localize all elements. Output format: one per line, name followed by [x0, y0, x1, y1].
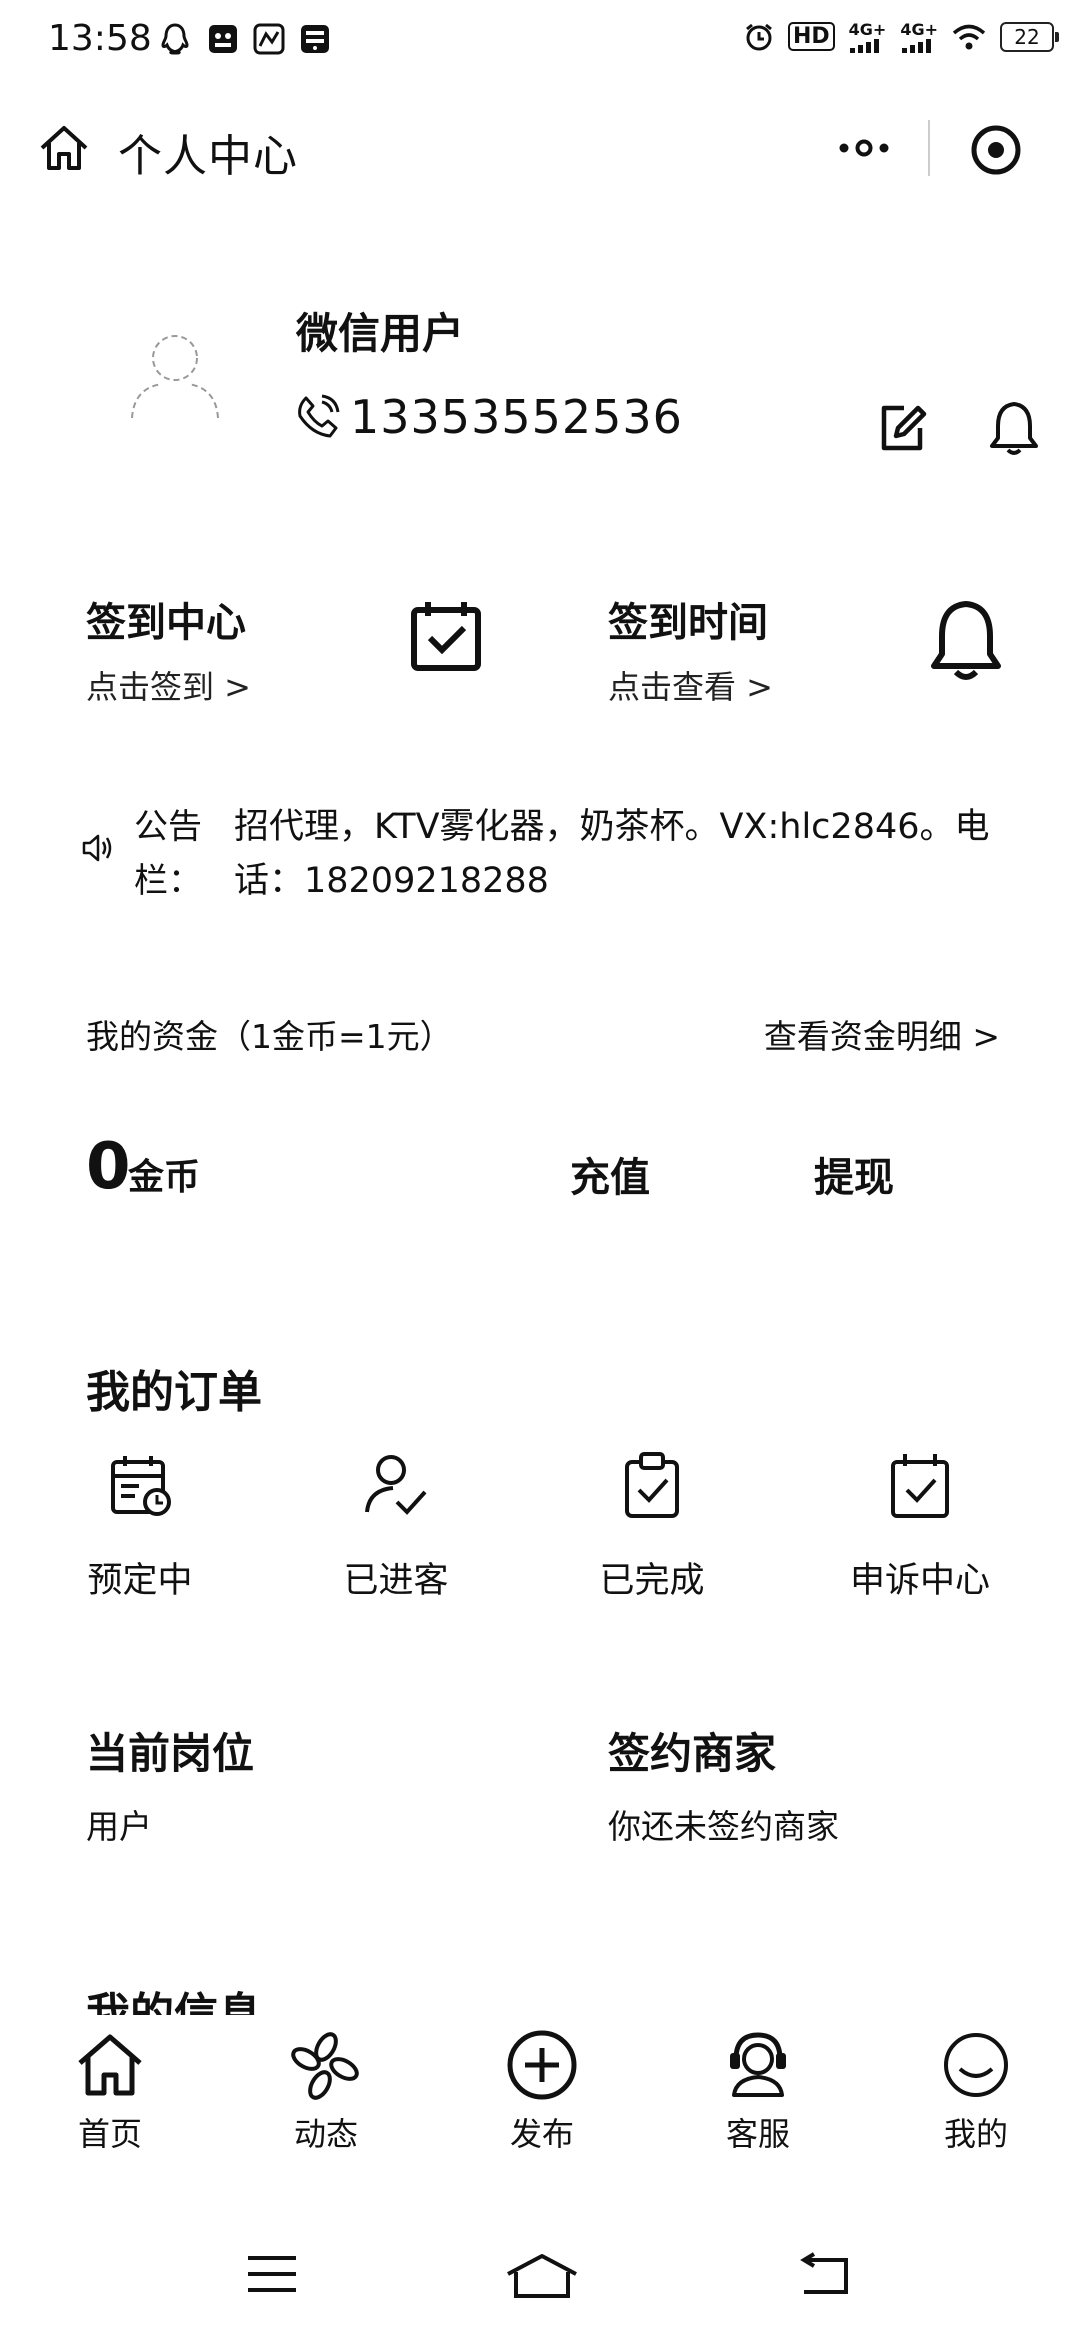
tab-service[interactable]: 客服 [678, 2015, 838, 2155]
order-label: 已进客 [343, 1561, 449, 1601]
clipboard-check-icon [542, 1440, 762, 1530]
smile-icon [896, 2025, 1056, 2105]
bell-icon[interactable] [926, 596, 1006, 684]
tab-label: 客服 [725, 2115, 790, 2153]
plus-circle-icon [462, 2025, 622, 2105]
tab-mine[interactable]: 我的 [896, 2015, 1056, 2155]
tab-label: 动态 [293, 2115, 358, 2153]
checkin-link[interactable]: 点击签到 > [86, 662, 251, 708]
avatar[interactable] [120, 320, 230, 430]
calendar-check-icon [810, 1440, 1030, 1530]
signal-1: 4G+ [848, 20, 887, 53]
my-info-section: 我的信息 [86, 1985, 262, 2015]
headset-icon [678, 2025, 838, 2105]
order-appeal-center[interactable]: 申诉中心 [810, 1440, 1030, 1603]
my-info-title: 我的信息 [86, 1989, 262, 2015]
position-value: 用户 [86, 1807, 152, 1846]
status-time: 13:58 [48, 18, 152, 59]
merchant-value: 你还未签约商家 [608, 1807, 839, 1846]
checkin-time-link[interactable]: 点击查看 > [608, 662, 773, 708]
position-title: 当前岗位 [86, 1729, 255, 1778]
app-notification-icon [298, 22, 332, 56]
checkin-title[interactable]: 签到中心 [86, 590, 246, 648]
recharge-button[interactable]: 充值 [570, 1145, 650, 1203]
more-options-icon[interactable] [836, 128, 892, 168]
page-title: 个人中心 [118, 131, 298, 182]
network-type: 4G+ [900, 20, 938, 39]
withdraw-button[interactable]: 提现 [814, 1145, 894, 1203]
order-checked-in[interactable]: 已进客 [286, 1440, 506, 1603]
tab-feed[interactable]: 动态 [246, 2015, 406, 2155]
qq-icon [160, 22, 190, 56]
hd-badge: HD [787, 22, 835, 51]
edit-icon[interactable] [874, 400, 930, 456]
battery-indicator: 22 [1000, 21, 1059, 52]
phone-number: 13353552536 [350, 390, 683, 444]
coin-balance: 0 [86, 1130, 131, 1204]
notice-text: 招代理，KTV雾化器，奶茶杯。VX:hlc2846。电话：18209218288 [234, 807, 990, 901]
home-nav-icon[interactable] [504, 2252, 580, 2300]
home-icon[interactable] [36, 120, 92, 176]
user-check-icon [286, 1440, 506, 1530]
back-nav-icon[interactable] [794, 2252, 854, 2296]
app-notification-icon [252, 22, 286, 56]
home-icon [30, 2025, 190, 2105]
battery-level: 22 [1014, 24, 1040, 49]
phone-icon [292, 392, 342, 442]
menu-nav-icon[interactable] [246, 2252, 298, 2296]
checkin-time-title[interactable]: 签到时间 [608, 590, 768, 648]
network-type: 4G+ [848, 20, 887, 39]
order-completed[interactable]: 已完成 [542, 1440, 762, 1603]
order-label: 预定中 [87, 1561, 193, 1601]
app-notification-icon [206, 22, 240, 56]
funds-detail-link[interactable]: 查看资金明细 > [764, 1010, 1000, 1058]
tab-label: 首页 [77, 2115, 142, 2153]
speaker-icon [80, 830, 116, 866]
bell-icon[interactable] [986, 398, 1042, 458]
coin-unit: 金币 [128, 1157, 201, 1198]
orders-title: 我的订单 [86, 1367, 262, 1418]
tab-label: 发布 [509, 2115, 574, 2153]
tab-label: 我的 [943, 2115, 1008, 2153]
tab-publish[interactable]: 发布 [462, 2015, 622, 2155]
order-label: 申诉中心 [849, 1561, 990, 1601]
funds-label: 我的资金（1金币=1元） [86, 1017, 453, 1056]
status-right-group: HD 4G+ 4G+ 22 [744, 20, 1059, 53]
merchant-title: 签约商家 [608, 1729, 777, 1778]
header-divider [928, 120, 930, 176]
signal-2: 4G+ [900, 20, 938, 53]
tab-home[interactable]: 首页 [30, 2015, 190, 2155]
wifi-icon [952, 23, 986, 51]
close-miniprogram-icon[interactable] [968, 122, 1024, 178]
notice-label: 公告栏： [134, 807, 202, 901]
calendar-clock-icon [30, 1440, 250, 1530]
pinwheel-icon [246, 2025, 406, 2105]
username: 微信用户 [296, 309, 465, 358]
calendar-check-icon[interactable] [406, 596, 486, 676]
order-label: 已完成 [599, 1561, 705, 1601]
alarm-icon [744, 22, 774, 52]
order-pending[interactable]: 预定中 [30, 1440, 250, 1603]
